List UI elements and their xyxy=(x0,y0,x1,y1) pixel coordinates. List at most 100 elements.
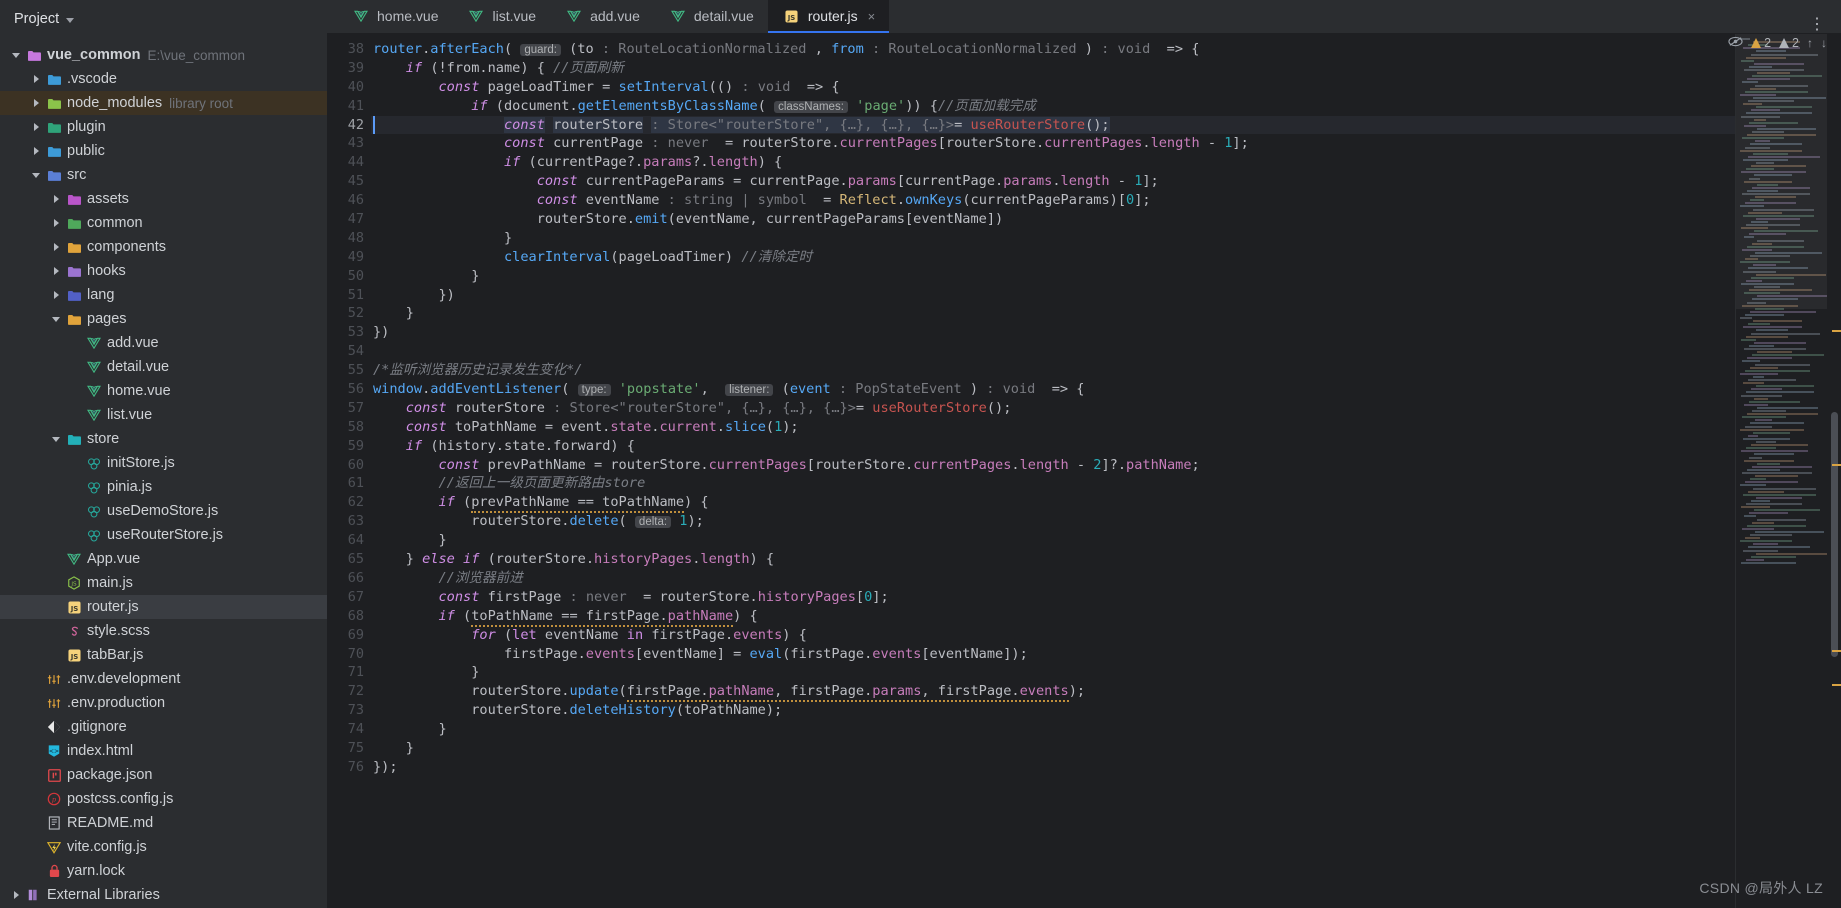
code-line[interactable]: if (!from.name) { //页面刷新 xyxy=(371,59,1735,78)
tree-item-app-vue[interactable]: App.vue xyxy=(0,547,327,571)
line-number[interactable]: 76 xyxy=(327,758,371,777)
code-line[interactable]: routerStore.emit(eventName, currentPageP… xyxy=(371,210,1735,229)
scrollbar-problem-marker[interactable] xyxy=(1832,684,1841,686)
code-line[interactable]: }) xyxy=(371,286,1735,305)
tree-item-usedemostore-js[interactable]: useDemoStore.js xyxy=(0,499,327,523)
line-number-gutter[interactable]: 38 39 40 41 42 43 44 45 46 47 48 49 50 51 52 53 54 55 56 57… xyxy=(327,34,371,908)
line-number[interactable]: 60 xyxy=(327,456,371,475)
tree-item-add-vue[interactable]: add.vue xyxy=(0,331,327,355)
editor-tab-add-vue[interactable]: add.vue xyxy=(550,0,654,33)
tree-expand-arrow[interactable] xyxy=(48,267,64,275)
tree-item--env-development[interactable]: .env.development xyxy=(0,667,327,691)
code-line[interactable]: clearInterval(pageLoadTimer) //清除定时 xyxy=(371,248,1735,267)
tree-expand-arrow[interactable] xyxy=(48,437,64,442)
tree-item-router-js[interactable]: JS router.js xyxy=(0,595,327,619)
next-problem-icon[interactable]: ↓ xyxy=(1821,36,1827,50)
chevron-down-icon[interactable] xyxy=(66,17,75,23)
code-line[interactable]: } xyxy=(371,739,1735,758)
tree-item--gitignore[interactable]: .gitignore xyxy=(0,715,327,739)
tree-item-style-scss[interactable]: style.scss xyxy=(0,619,327,643)
line-number[interactable]: 45 xyxy=(327,172,371,191)
tree-expand-arrow[interactable] xyxy=(28,123,44,131)
line-number[interactable]: 56 xyxy=(327,380,371,399)
code-line[interactable]: const pageLoadTimer = setInterval(() : v… xyxy=(371,78,1735,97)
tree-item-common[interactable]: common xyxy=(0,211,327,235)
tree-item-initstore-js[interactable]: initStore.js xyxy=(0,451,327,475)
code-line[interactable]: routerStore.update(firstPage.pathName, f… xyxy=(371,682,1735,703)
line-number[interactable]: 75 xyxy=(327,739,371,758)
tree-item--vscode[interactable]: .vscode xyxy=(0,67,327,91)
tree-item-postcss-config-js[interactable]: p postcss.config.js xyxy=(0,787,327,811)
close-icon[interactable]: × xyxy=(868,9,876,24)
code-line[interactable]: const routerStore : Store<"routerStore",… xyxy=(371,115,1735,135)
code-line[interactable]: }) xyxy=(371,323,1735,342)
editor-tab-home-vue[interactable]: home.vue xyxy=(337,0,452,33)
editor-tab-list-vue[interactable]: list.vue xyxy=(452,0,550,33)
inspection-widget[interactable]: 2 2 ↑ ↓ xyxy=(1728,36,1827,50)
tree-expand-arrow[interactable] xyxy=(48,317,64,322)
tree-expand-arrow[interactable] xyxy=(48,195,64,203)
code-line[interactable]: firstPage.events[eventName] = eval(first… xyxy=(371,645,1735,664)
tree-item-pinia-js[interactable]: pinia.js xyxy=(0,475,327,499)
line-number[interactable]: 61 xyxy=(327,474,371,493)
weak-warning-count-group[interactable]: 2 xyxy=(1779,36,1799,50)
line-number[interactable]: 41 xyxy=(327,97,371,116)
line-number[interactable]: 44 xyxy=(327,153,371,172)
scrollbar-problem-marker[interactable] xyxy=(1832,330,1841,332)
code-line[interactable]: const eventName : string | symbol = Refl… xyxy=(371,191,1735,210)
tree-item-tabbar-js[interactable]: JS tabBar.js xyxy=(0,643,327,667)
line-number[interactable]: 64 xyxy=(327,531,371,550)
code-line[interactable]: }); xyxy=(371,758,1735,777)
tree-expand-arrow[interactable] xyxy=(48,219,64,227)
tree-item-readme-md[interactable]: README.md xyxy=(0,811,327,835)
tree-item-package-json[interactable]: package.json xyxy=(0,763,327,787)
tree-item-pages[interactable]: pages xyxy=(0,307,327,331)
tree-item-userouterstore-js[interactable]: useRouterStore.js xyxy=(0,523,327,547)
code-line[interactable]: /*监听浏览器历史记录发生变化*/ xyxy=(371,361,1735,380)
editor-tabbar[interactable]: home.vue list.vue add.vue detail.vue JS route… xyxy=(327,0,1841,34)
line-number[interactable]: 39 xyxy=(327,59,371,78)
line-number[interactable]: 51 xyxy=(327,286,371,305)
line-number[interactable]: 40 xyxy=(327,78,371,97)
code-line[interactable]: if (document.getElementsByClassName( cla… xyxy=(371,97,1735,116)
scrollbar-problem-marker[interactable] xyxy=(1832,650,1841,652)
code-line[interactable]: const firstPage : never = routerStore.hi… xyxy=(371,588,1735,607)
code-line[interactable]: if (currentPage?.params?.length) { xyxy=(371,153,1735,172)
tree-item-yarn-lock[interactable]: yarn.lock xyxy=(0,859,327,883)
project-tree[interactable]: vue_common E:\vue_common .vscode node_modul… xyxy=(0,38,327,908)
code-line[interactable]: const currentPageParams = currentPage.pa… xyxy=(371,172,1735,191)
code-line[interactable]: if (prevPathName == toPathName) { xyxy=(371,493,1735,514)
code-line[interactable]: //浏览器前进 xyxy=(371,569,1735,588)
tree-item-external-libraries[interactable]: External Libraries xyxy=(0,883,327,907)
line-number[interactable]: 49 xyxy=(327,248,371,267)
line-number[interactable]: 47 xyxy=(327,210,371,229)
tree-expand-arrow[interactable] xyxy=(8,53,24,58)
line-number[interactable]: 62 xyxy=(327,493,371,512)
line-number[interactable]: 58 xyxy=(327,418,371,437)
tree-item-detail-vue[interactable]: detail.vue xyxy=(0,355,327,379)
line-number[interactable]: 66 xyxy=(327,569,371,588)
tree-item-node-modules[interactable]: node_modules library root xyxy=(0,91,327,115)
line-number[interactable]: 72 xyxy=(327,682,371,701)
line-number[interactable]: 52 xyxy=(327,304,371,323)
minimap-viewport[interactable] xyxy=(1736,34,1827,309)
code-line[interactable]: for (let eventName in firstPage.events) … xyxy=(371,626,1735,645)
tree-item-assets[interactable]: assets xyxy=(0,187,327,211)
tree-item-list-vue[interactable]: list.vue xyxy=(0,403,327,427)
tree-item-main-js[interactable]: JS main.js xyxy=(0,571,327,595)
scrollbar-thumb[interactable] xyxy=(1831,412,1838,657)
tree-item-home-vue[interactable]: home.vue xyxy=(0,379,327,403)
code-line[interactable]: } else if (routerStore.historyPages.leng… xyxy=(371,550,1735,569)
line-number[interactable]: 70 xyxy=(327,645,371,664)
line-number[interactable]: 42 xyxy=(327,116,371,135)
line-number[interactable]: 71 xyxy=(327,663,371,682)
code-line[interactable]: } xyxy=(371,720,1735,739)
code-line[interactable]: } xyxy=(371,531,1735,550)
tree-item--env-production[interactable]: .env.production xyxy=(0,691,327,715)
tree-item-src[interactable]: src xyxy=(0,163,327,187)
previous-problem-icon[interactable]: ↑ xyxy=(1807,36,1813,50)
code-content[interactable]: router.afterEach( guard: (to : RouteLoca… xyxy=(371,34,1735,908)
tree-expand-arrow[interactable] xyxy=(28,147,44,155)
line-number[interactable]: 55 xyxy=(327,361,371,380)
tree-item-store[interactable]: store xyxy=(0,427,327,451)
